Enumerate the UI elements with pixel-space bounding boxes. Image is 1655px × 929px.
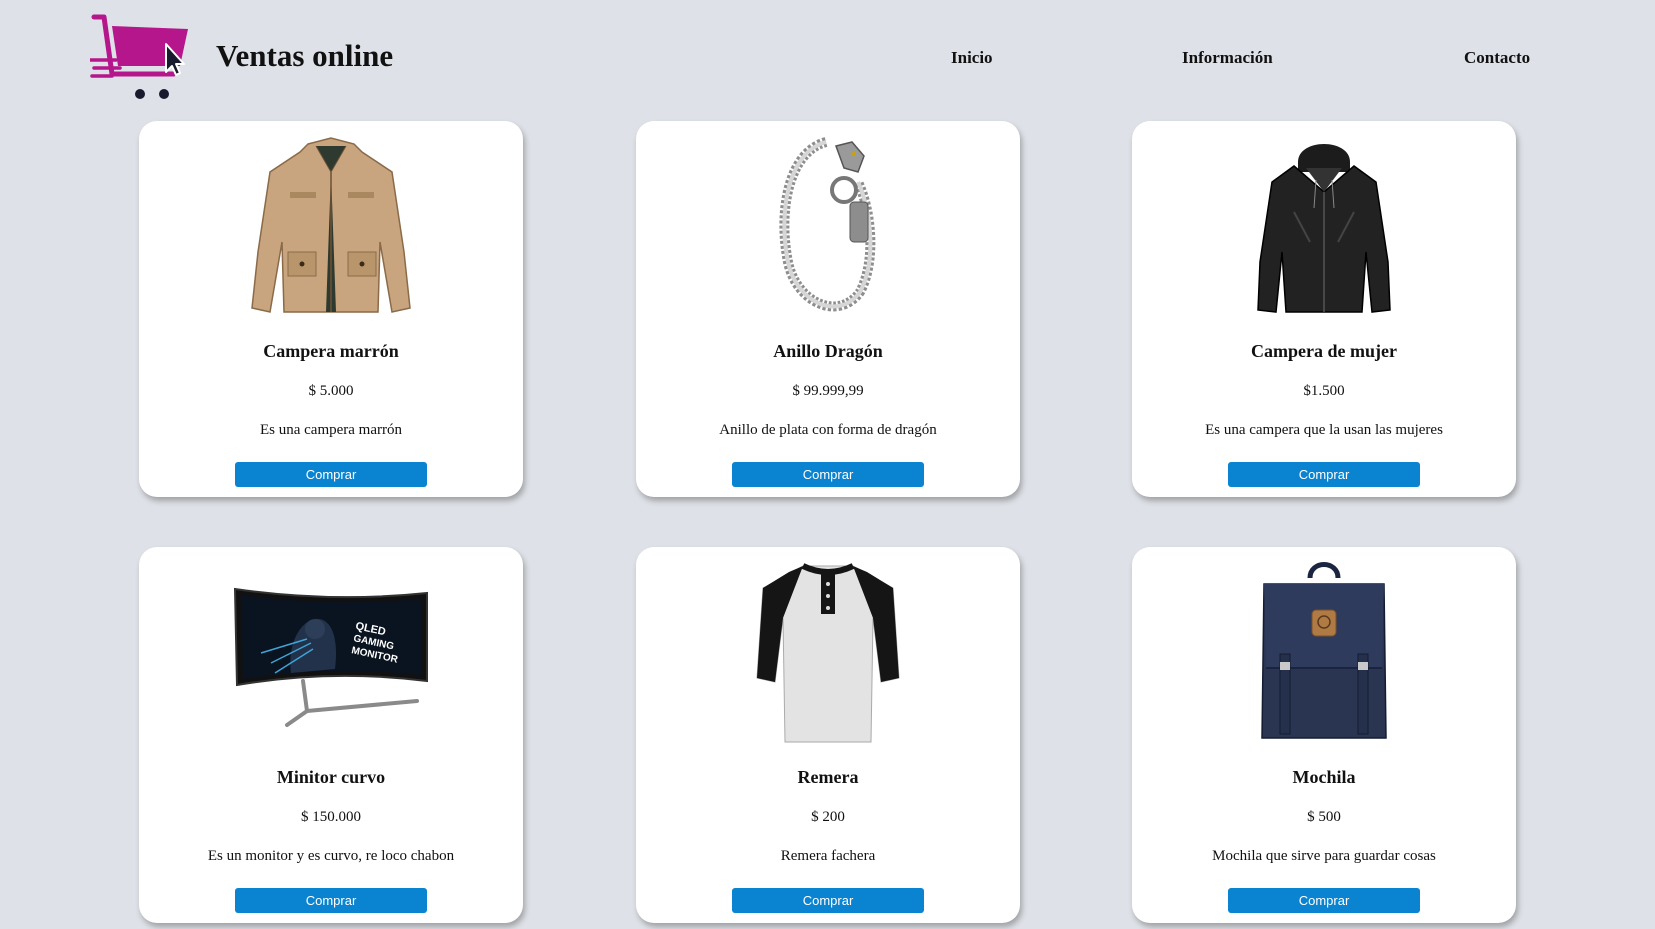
brand-title: Ventas online bbox=[216, 38, 394, 73]
product-card: Mochila $ 500 Mochila que sirve para gua… bbox=[1132, 547, 1516, 923]
product-description: Es una campera marrón bbox=[259, 422, 403, 438]
site-header: Ventas online Inicio Información Contact… bbox=[0, 0, 1655, 110]
buy-button[interactable]: Comprar bbox=[1228, 462, 1420, 487]
nav-informacion[interactable]: Información bbox=[1182, 48, 1273, 68]
product-title: Campera de mujer bbox=[1251, 341, 1397, 361]
product-title: Anillo Dragón bbox=[773, 341, 883, 361]
product-description: Mochila que sirve para guardar cosas bbox=[1212, 848, 1436, 864]
product-description: Es un monitor y es curvo, re loco chabon bbox=[207, 848, 455, 864]
shopping-cart-cursor-icon[interactable] bbox=[90, 14, 194, 102]
black-leather-jacket-image bbox=[1132, 129, 1516, 325]
buy-button[interactable]: Comprar bbox=[732, 888, 924, 913]
buy-button[interactable]: Comprar bbox=[235, 462, 427, 487]
buy-button[interactable]: Comprar bbox=[1228, 888, 1420, 913]
product-title: Mochila bbox=[1292, 767, 1356, 787]
product-title: Remera bbox=[797, 767, 859, 787]
buy-button[interactable]: Comprar bbox=[235, 888, 427, 913]
product-card: QLED GAMING MONITOR Minitor curvo $ 150.… bbox=[139, 547, 523, 923]
product-card: Anillo Dragón $ 99.999,99 Anillo de plat… bbox=[636, 121, 1020, 497]
product-price: $ 5.000 bbox=[308, 383, 354, 399]
nav-contacto[interactable]: Contacto bbox=[1464, 48, 1530, 68]
product-card: Campera de mujer $1.500 Es una campera q… bbox=[1132, 121, 1516, 497]
dragon-bracelet-image bbox=[636, 129, 1020, 325]
nav-inicio[interactable]: Inicio bbox=[951, 48, 993, 68]
product-description: Es una campera que la usan las mujeres bbox=[1205, 422, 1443, 438]
product-price: $1.500 bbox=[1303, 383, 1345, 399]
product-card: Campera marrón $ 5.000 Es una campera ma… bbox=[139, 121, 523, 497]
product-title: Minitor curvo bbox=[276, 767, 386, 787]
product-price: $ 500 bbox=[1307, 809, 1341, 825]
brown-jacket-image bbox=[139, 129, 523, 325]
curved-monitor-image: QLED GAMING MONITOR bbox=[139, 555, 523, 751]
product-card: Remera $ 200 Remera fachera Comprar bbox=[636, 547, 1020, 923]
product-price: $ 99.999,99 bbox=[792, 383, 864, 399]
raglan-shirt-image bbox=[636, 555, 1020, 751]
product-description: Anillo de plata con forma de dragón bbox=[719, 422, 937, 438]
product-description: Remera fachera bbox=[780, 848, 876, 864]
product-price: $ 200 bbox=[811, 809, 845, 825]
buy-button[interactable]: Comprar bbox=[732, 462, 924, 487]
product-price: $ 150.000 bbox=[301, 809, 361, 825]
navy-backpack-image bbox=[1132, 555, 1516, 751]
product-title: Campera marrón bbox=[263, 341, 399, 361]
